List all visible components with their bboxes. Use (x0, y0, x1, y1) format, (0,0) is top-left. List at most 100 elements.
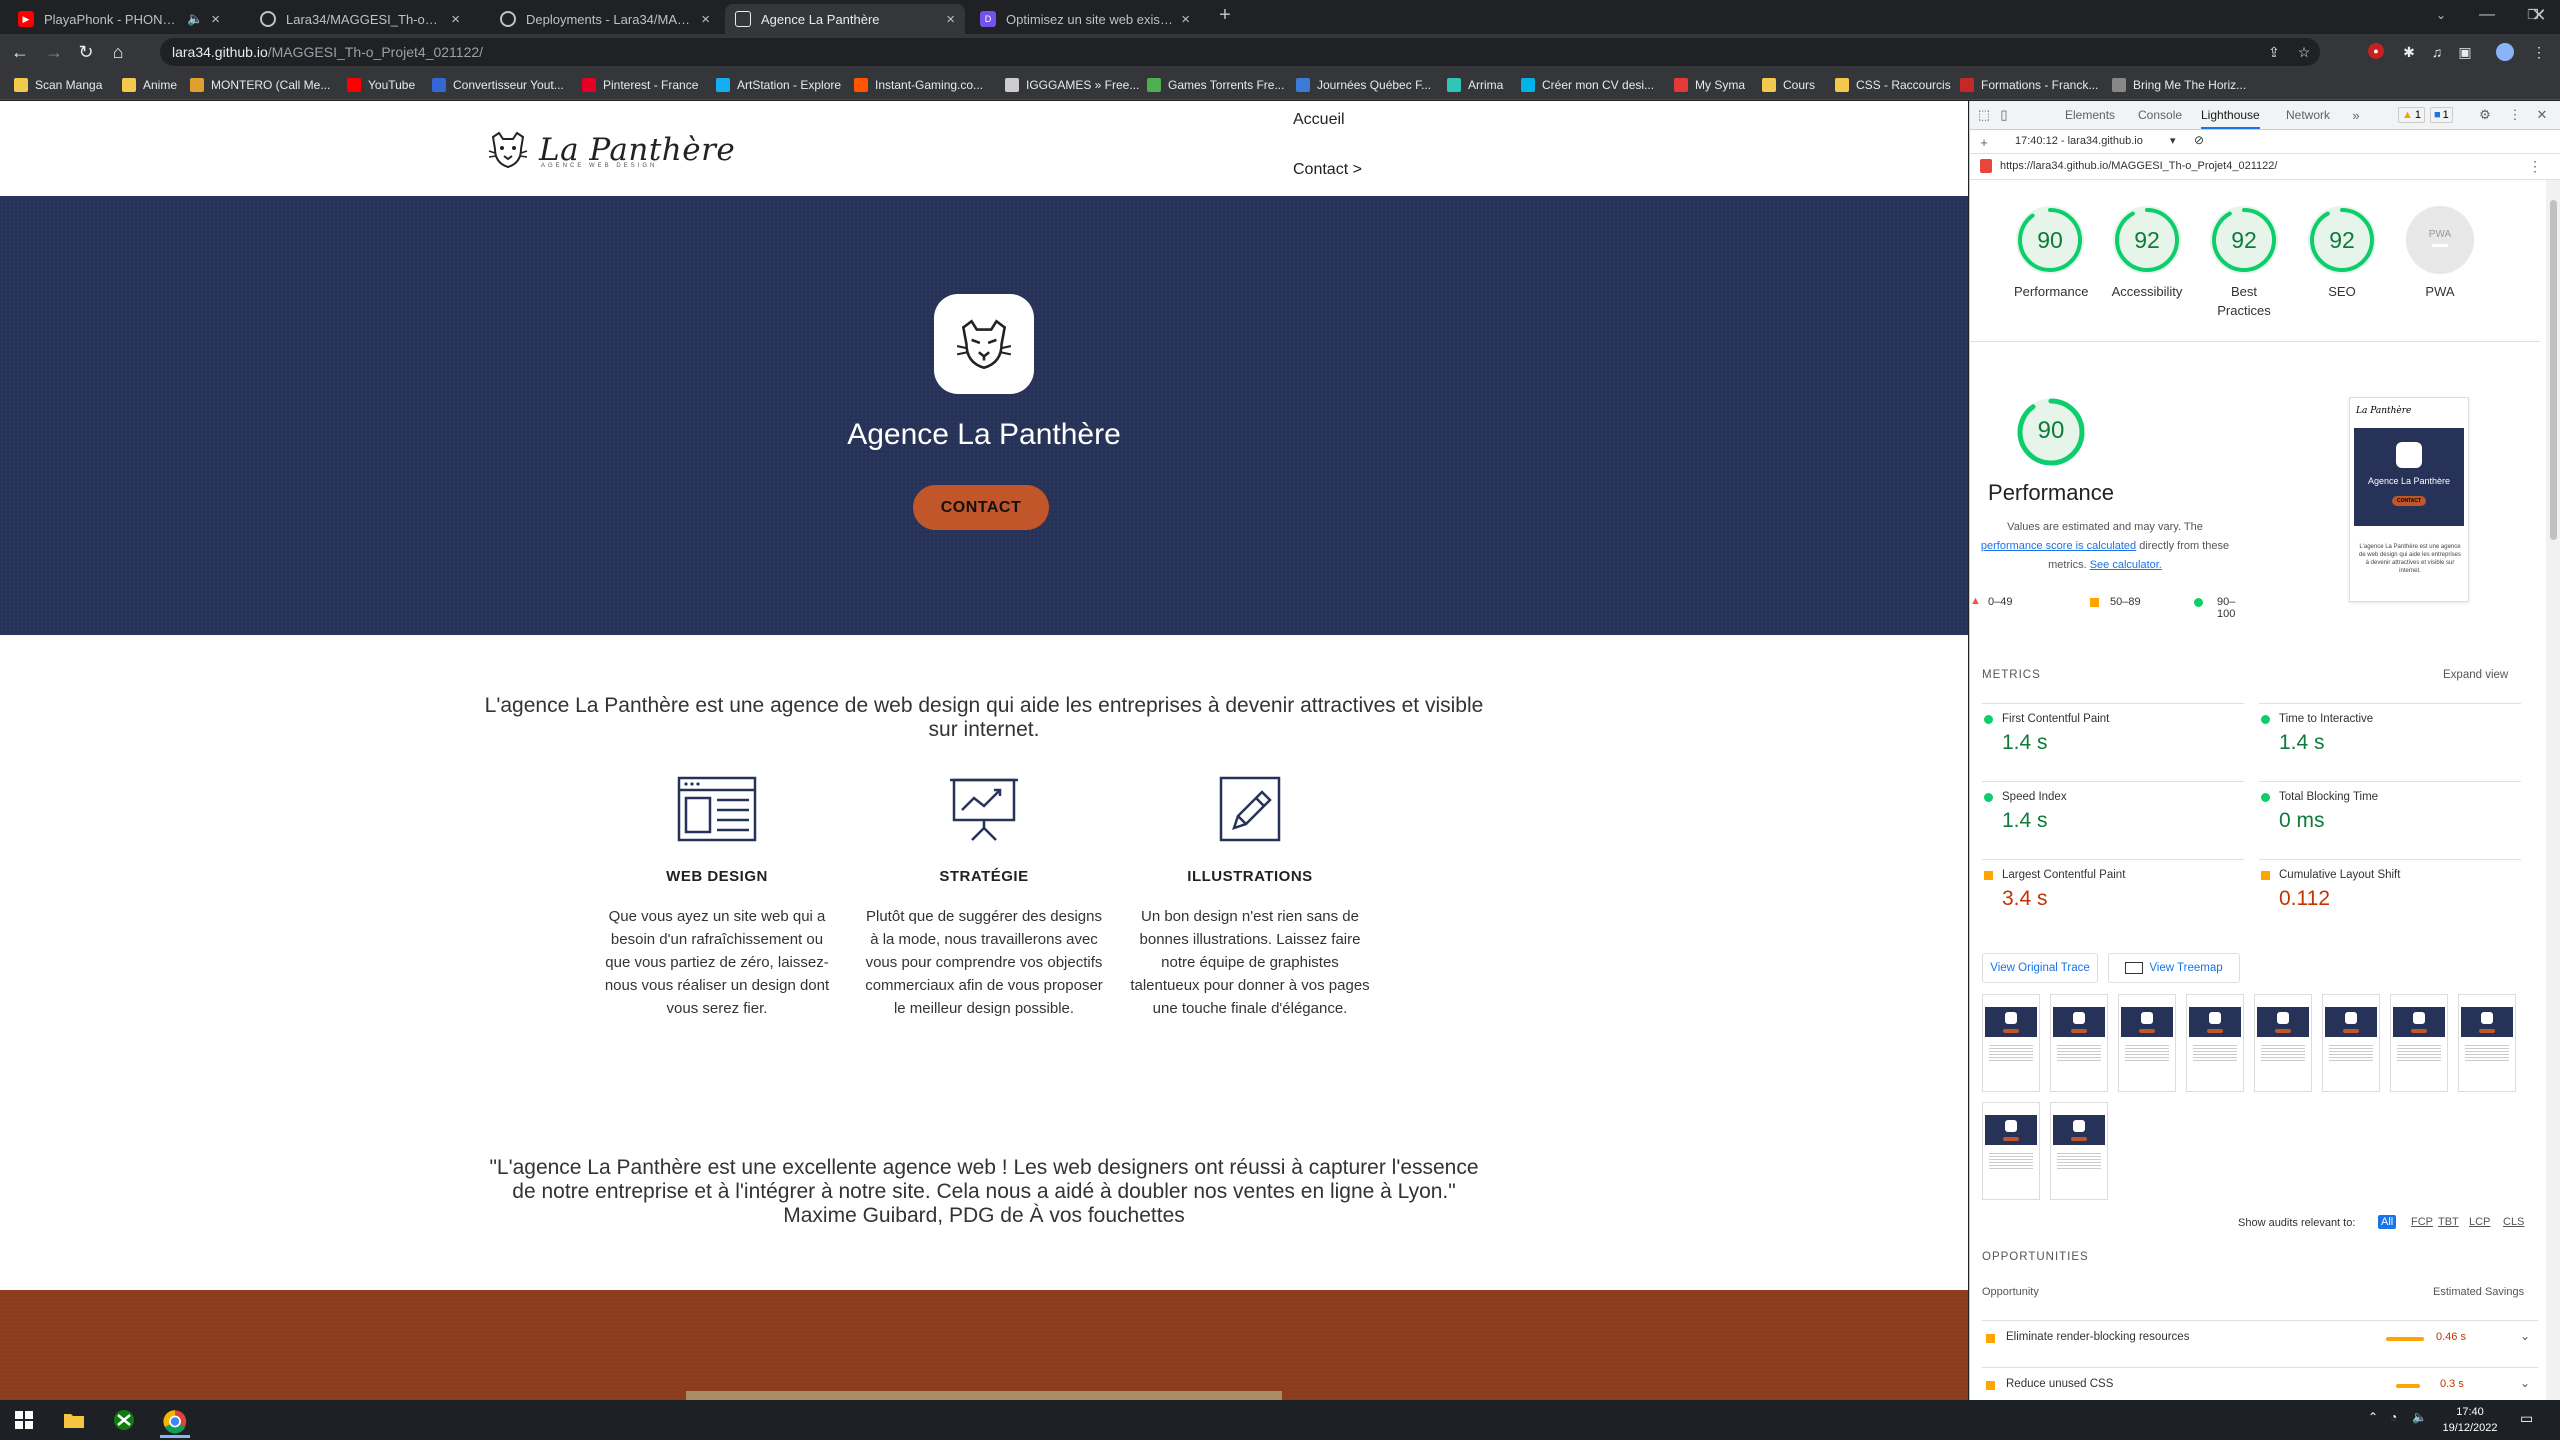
clear-icon[interactable]: ⊘ (2194, 133, 2204, 147)
tab-github-repo[interactable]: Lara34/MAGGESI_Th-o_Projet4_0 × (250, 4, 470, 34)
bookmark-item[interactable]: CSS - Raccourcis (1835, 76, 1951, 94)
bookmark-item[interactable]: Convertisseur Yout... (432, 76, 564, 94)
devtools-scrollbar[interactable] (2546, 180, 2560, 1400)
minimize-icon[interactable]: — (2464, 0, 2510, 30)
chevron-down-icon[interactable]: ⌄ (2520, 1329, 2530, 1343)
extension-record-icon[interactable]: ● (2368, 43, 2384, 59)
warnings-badge[interactable]: ▲ 1 (2398, 107, 2426, 123)
tab-openclassrooms[interactable]: D Optimisez un site web existant - × (970, 4, 1200, 34)
bookmark-item[interactable]: Journées Québec F... (1296, 76, 1431, 94)
inspect-icon[interactable]: ⬚ (1976, 107, 1992, 123)
bookmark-item[interactable]: ArtStation - Explore (716, 76, 841, 94)
sidepanel-icon[interactable]: ▣ (2456, 43, 2474, 61)
bookmark-item[interactable]: Games Torrents Fre... (1147, 76, 1284, 94)
tab-search-icon[interactable]: ⌄ (2418, 0, 2464, 30)
devtools-tab-elements[interactable]: Elements (2065, 108, 2115, 122)
final-screenshot[interactable]: La Panthère Agence La Panthère CONTACT L… (2349, 397, 2469, 602)
filmstrip-frame[interactable] (2186, 994, 2244, 1092)
tab-playaphonk[interactable]: ▶ PlayaPhonk - PHONKY TOWN 🔈 × (8, 4, 230, 34)
devtools-tab-network[interactable]: Network (2286, 108, 2330, 122)
audit-filter-tbt[interactable]: TBT (2435, 1215, 2462, 1229)
view-treemap-button[interactable]: View Treemap (2108, 953, 2240, 983)
devtools-tab-lighthouse[interactable]: Lighthouse (2201, 108, 2260, 129)
score-gauge-best-practices[interactable]: 92 Best Practices (2208, 206, 2280, 320)
score-gauge-performance[interactable]: 90 Performance (2014, 206, 2088, 301)
audit-filter-cls[interactable]: CLS (2500, 1215, 2527, 1229)
bookmark-item[interactable]: Arrima (1447, 76, 1503, 94)
tab-deployments[interactable]: Deployments - Lara34/MAGGESI_ × (490, 4, 720, 34)
chrome-icon[interactable] (160, 1408, 190, 1438)
bookmark-item[interactable]: Anime (122, 76, 177, 94)
contact-button[interactable]: CONTACT (913, 485, 1049, 530)
score-gauge-seo[interactable]: 92 SEO (2306, 206, 2378, 301)
report-dropdown-icon[interactable]: ▾ (2170, 134, 2176, 147)
chevron-down-icon[interactable]: ⌄ (2520, 1376, 2530, 1390)
bookmark-item[interactable]: IGGGAMES » Free... (1005, 76, 1139, 94)
bookmark-item[interactable]: Instant-Gaming.co... (854, 76, 983, 94)
audit-filter-fcp[interactable]: FCP (2408, 1215, 2436, 1229)
file-explorer-icon[interactable] (62, 1408, 86, 1432)
address-bar[interactable]: lara34.github.io/MAGGESI_Th-o_Projet4_02… (160, 38, 2320, 66)
home-icon[interactable]: ⌂ (106, 40, 130, 64)
device-toolbar-icon[interactable]: ▯ (1996, 107, 2012, 123)
filmstrip-frame[interactable] (2322, 994, 2380, 1092)
back-icon[interactable]: ← (8, 40, 32, 64)
close-tab-icon[interactable]: × (451, 11, 460, 28)
filmstrip-frame[interactable] (2118, 994, 2176, 1092)
reload-icon[interactable]: ↻ (74, 40, 98, 64)
wifi-icon[interactable]: ◔ (2390, 1410, 2397, 1424)
bookmark-star-icon[interactable]: ☆ (2295, 43, 2313, 61)
opportunity-row[interactable]: Reduce unused CSS 0.3 s ⌄ (1982, 1367, 2538, 1397)
forward-icon[interactable]: → (42, 40, 66, 64)
filmstrip-frame[interactable] (2390, 994, 2448, 1092)
site-logo[interactable]: La Panthère AGENCE WEB DESIGN (485, 127, 735, 173)
messages-badge[interactable]: ■ 1 (2430, 107, 2453, 123)
profile-avatar[interactable] (2496, 43, 2514, 61)
score-gauge-pwa[interactable]: PWA PWA (2404, 206, 2476, 301)
close-window-icon[interactable]: ✕ (2516, 0, 2560, 30)
score-gauge-accessibility[interactable]: 92 Accessibility (2111, 206, 2183, 301)
devtools-menu-icon[interactable]: ⋮ (2507, 107, 2523, 123)
xbox-icon[interactable] (112, 1408, 136, 1432)
nav-accueil[interactable]: Accueil (1293, 111, 1345, 129)
filmstrip-frame[interactable] (1982, 1102, 2040, 1200)
report-url[interactable]: https://lara34.github.io/MAGGESI_Th-o_Pr… (2000, 160, 2277, 172)
audit-filter-all[interactable]: All (2378, 1215, 2397, 1229)
bookmark-item[interactable]: YouTube (347, 76, 415, 94)
tab-agence-la-panthere[interactable]: Agence La Panthère × (725, 4, 965, 34)
filmstrip-frame[interactable] (2458, 994, 2516, 1092)
scrollbar-thumb[interactable] (2550, 200, 2557, 540)
close-tab-icon[interactable]: × (946, 11, 955, 28)
view-original-trace-button[interactable]: View Original Trace (1982, 953, 2098, 983)
clock[interactable]: 17:40 19/12/2022 (2430, 1404, 2510, 1436)
audio-icon[interactable]: 🔈 (187, 11, 203, 27)
score-calculated-link[interactable]: performance score is calculated (1981, 540, 2136, 552)
bookmark-item[interactable]: Formations - Franck... (1960, 76, 2098, 94)
windows-start-icon[interactable] (12, 1408, 36, 1432)
settings-gear-icon[interactable]: ⚙ (2477, 107, 2493, 123)
close-devtools-icon[interactable]: ✕ (2534, 107, 2550, 123)
bookmark-item[interactable]: Créer mon CV desi... (1521, 76, 1654, 94)
volume-icon[interactable]: 🔈 (2412, 1410, 2427, 1424)
audit-filter-lcp[interactable]: LCP (2466, 1215, 2493, 1229)
report-selector[interactable]: 17:40:12 - lara34.github.io (2015, 135, 2143, 147)
more-tabs-icon[interactable]: » (2348, 107, 2364, 123)
filmstrip-frame[interactable] (2050, 1102, 2108, 1200)
extensions-icon[interactable]: ✱ (2400, 43, 2418, 61)
new-tab-icon[interactable]: + (1202, 0, 1248, 30)
expand-view-toggle[interactable]: Expand view (2443, 669, 2508, 681)
devtools-tab-console[interactable]: Console (2138, 108, 2182, 122)
media-icon[interactable]: ♫ (2428, 43, 2446, 61)
opportunity-row[interactable]: Eliminate render-blocking resources 0.46 … (1982, 1320, 2538, 1350)
bookmark-item[interactable]: Scan Manga (14, 76, 102, 94)
bookmark-item[interactable]: Cours (1762, 76, 1815, 94)
filmstrip-frame[interactable] (2050, 994, 2108, 1092)
share-icon[interactable]: ⇪ (2265, 43, 2283, 61)
filmstrip-frame[interactable] (2254, 994, 2312, 1092)
nav-contact[interactable]: Contact > (1293, 161, 1362, 179)
bookmark-item[interactable]: My Syma (1674, 76, 1745, 94)
see-calculator-link[interactable]: See calculator. (2090, 559, 2162, 571)
close-tab-icon[interactable]: × (211, 11, 220, 28)
report-menu-icon[interactable]: ⋮ (2528, 158, 2542, 175)
bookmark-item[interactable]: Pinterest - France (582, 76, 698, 94)
